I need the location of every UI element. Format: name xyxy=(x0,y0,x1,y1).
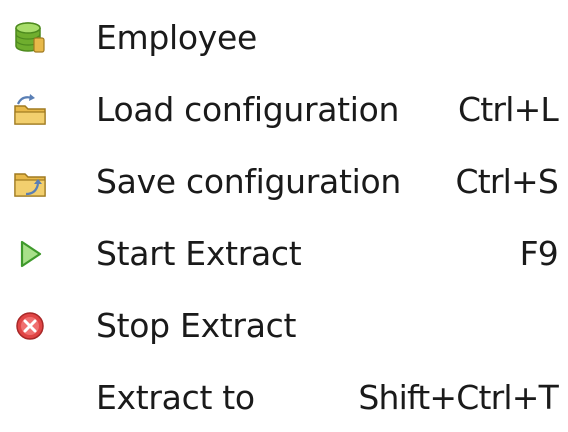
menu-item-label: Save configuration xyxy=(96,162,401,201)
save-folder-icon xyxy=(12,164,48,200)
menu-item-save-configuration[interactable]: Save configuration Ctrl+S xyxy=(0,146,568,218)
menu-item-shortcut: Shift+Ctrl+T xyxy=(358,378,558,417)
play-icon xyxy=(12,236,48,272)
menu-item-label: Start Extract xyxy=(96,234,302,273)
context-menu: Employee Load configuration Ctrl+L Save … xyxy=(0,0,568,432)
menu-item-label: Extract to xyxy=(96,378,255,417)
menu-item-stop-extract[interactable]: Stop Extract xyxy=(0,290,568,362)
menu-item-shortcut: Ctrl+L xyxy=(458,90,559,129)
menu-item-extract-to[interactable]: Extract to Shift+Ctrl+T xyxy=(0,362,568,432)
menu-item-shortcut: F9 xyxy=(519,234,559,273)
database-icon xyxy=(12,20,48,56)
menu-item-label: Stop Extract xyxy=(96,306,297,345)
menu-item-shortcut: Ctrl+S xyxy=(455,162,558,201)
menu-item-load-configuration[interactable]: Load configuration Ctrl+L xyxy=(0,74,568,146)
load-folder-icon xyxy=(12,92,48,128)
menu-item-label: Employee xyxy=(96,18,258,57)
menu-item-start-extract[interactable]: Start Extract F9 xyxy=(0,218,568,290)
menu-item-employee[interactable]: Employee xyxy=(0,2,568,74)
stop-icon xyxy=(12,308,48,344)
menu-item-label: Load configuration xyxy=(96,90,400,129)
